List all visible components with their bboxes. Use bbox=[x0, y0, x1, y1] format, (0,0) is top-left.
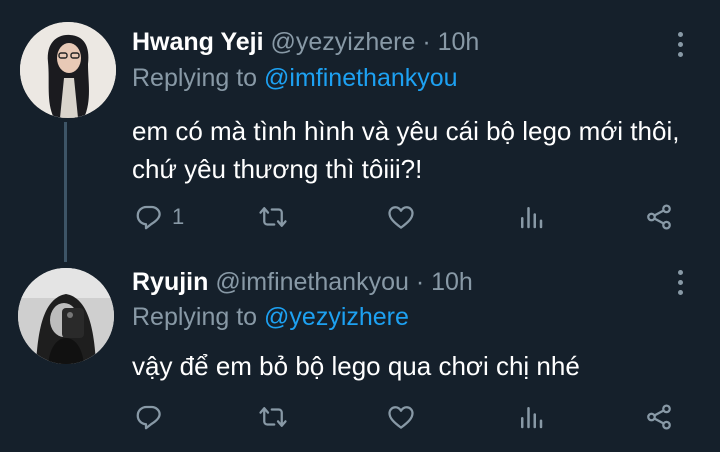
avatar-image bbox=[18, 268, 114, 364]
timestamp[interactable]: 10h bbox=[431, 268, 473, 296]
tweet[interactable]: Hwang Yeji @yezyizhere · 10h Replying to… bbox=[0, 0, 720, 258]
separator: · bbox=[422, 28, 431, 56]
tweet-text: vậy để em bỏ bộ lego qua chơi chị nhé bbox=[132, 351, 580, 381]
reply-button[interactable] bbox=[134, 400, 172, 434]
replying-to-label: Replying to bbox=[132, 64, 258, 92]
avatar[interactable] bbox=[18, 268, 114, 364]
more-options-icon[interactable] bbox=[676, 32, 684, 60]
share-icon bbox=[647, 404, 671, 430]
retweet-button[interactable] bbox=[258, 200, 288, 234]
tweet-actions: 1 bbox=[132, 200, 692, 234]
display-name[interactable]: Hwang Yeji bbox=[132, 28, 264, 56]
like-icon bbox=[388, 206, 414, 229]
handle[interactable]: @yezyizhere bbox=[270, 28, 415, 56]
avatar-image bbox=[20, 22, 116, 118]
reply-count: 1 bbox=[172, 204, 185, 229]
replying-to: Replying to @yezyizhere bbox=[132, 303, 409, 332]
analytics-button[interactable] bbox=[516, 400, 546, 434]
like-button[interactable] bbox=[386, 400, 416, 434]
retweet-icon bbox=[259, 407, 287, 427]
display-name[interactable]: Ryujin bbox=[132, 268, 208, 296]
avatar[interactable] bbox=[20, 22, 116, 118]
analytics-icon bbox=[521, 407, 543, 429]
share-button[interactable] bbox=[644, 200, 674, 234]
tweet-header: Ryujin @imfinethankyou · 10h bbox=[132, 268, 473, 297]
replying-to-label: Replying to bbox=[132, 303, 258, 331]
reply-icon bbox=[136, 205, 161, 230]
replying-to-mention[interactable]: @yezyizhere bbox=[264, 303, 409, 331]
handle[interactable]: @imfinethankyou bbox=[215, 268, 409, 296]
replying-to: Replying to @imfinethankyou bbox=[132, 64, 458, 93]
analytics-button[interactable] bbox=[516, 200, 546, 234]
share-icon bbox=[647, 204, 671, 230]
tweet-text: em có mà tình hình và yêu cái bộ lego mớ… bbox=[132, 116, 680, 184]
replying-to-mention[interactable]: @imfinethankyou bbox=[264, 64, 458, 92]
reply-button[interactable]: 1 bbox=[134, 200, 184, 234]
tweet[interactable]: Ryujin @imfinethankyou · 10h Replying to… bbox=[0, 258, 720, 452]
more-options-icon[interactable] bbox=[676, 270, 684, 298]
retweet-icon bbox=[259, 207, 287, 227]
separator: · bbox=[415, 268, 425, 296]
timestamp[interactable]: 10h bbox=[438, 28, 480, 56]
analytics-icon bbox=[521, 207, 543, 229]
share-button[interactable] bbox=[644, 400, 674, 434]
tweet-actions bbox=[132, 400, 692, 434]
like-button[interactable] bbox=[386, 200, 416, 234]
tweet-header: Hwang Yeji @yezyizhere · 10h bbox=[132, 28, 479, 57]
reply-icon bbox=[136, 405, 161, 430]
like-icon bbox=[388, 406, 414, 429]
retweet-button[interactable] bbox=[258, 400, 288, 434]
